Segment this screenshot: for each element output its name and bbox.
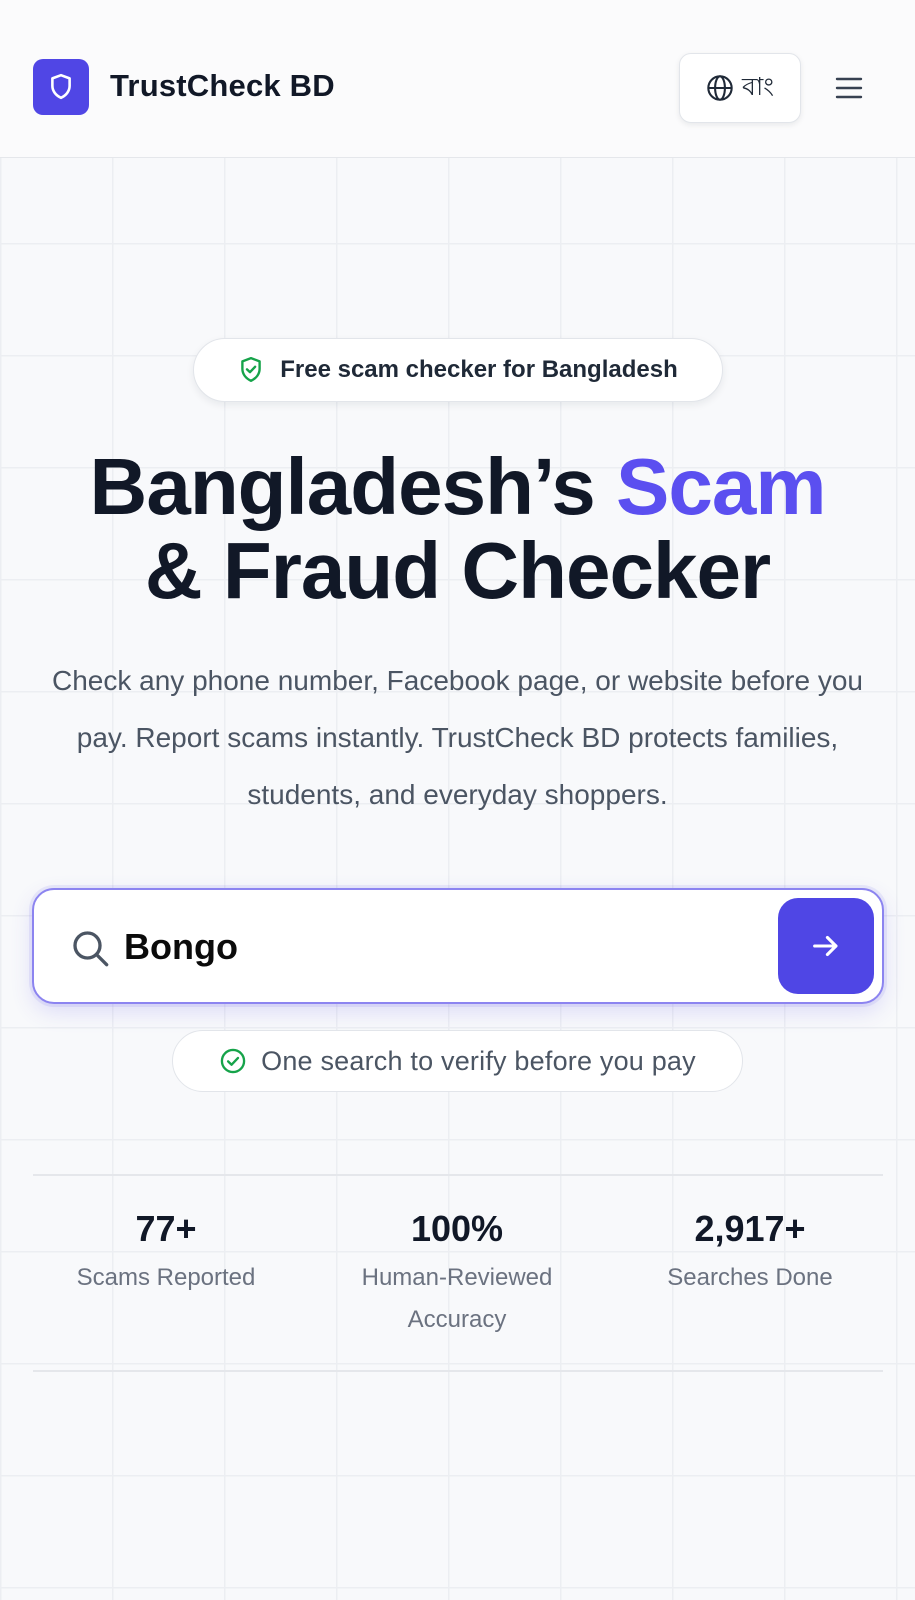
search-bar xyxy=(32,888,884,1004)
stat-accuracy: 100% Human-Reviewed Accuracy xyxy=(312,1205,602,1341)
search-submit-button[interactable] xyxy=(778,898,874,994)
hero-badge-label: Free scam checker for Bangladesh xyxy=(280,356,678,383)
language-toggle-button[interactable]: বাং xyxy=(679,53,801,123)
stat-scams-reported: 77+ Scams Reported xyxy=(21,1205,311,1299)
brand-name[interactable]: TrustCheck BD xyxy=(110,68,335,104)
title-part-2: & Fraud Checker xyxy=(144,526,771,615)
hero-subtitle: Check any phone number, Facebook page, o… xyxy=(52,665,863,810)
site-header: TrustCheck BD বাং xyxy=(0,0,915,158)
search-icon xyxy=(73,931,109,967)
globe-icon xyxy=(707,75,733,101)
page-title: Bangladesh’s Scam & Fraud Checker xyxy=(0,445,915,613)
shield-check-icon xyxy=(241,356,262,382)
shield-icon xyxy=(51,73,71,100)
title-part-1: Bangladesh’s xyxy=(89,442,616,531)
title-accent: Scam xyxy=(615,442,826,531)
stat-label: Scams Reported xyxy=(76,1264,256,1291)
stats-divider-top xyxy=(33,1174,883,1176)
stat-value: 2,917+ xyxy=(694,1208,806,1249)
menu-button[interactable] xyxy=(834,73,864,103)
logo[interactable] xyxy=(33,59,89,115)
stat-value: 100% xyxy=(410,1208,504,1249)
verify-note: One search to verify before you pay xyxy=(172,1030,743,1092)
stat-label: Human-Reviewed Accuracy xyxy=(361,1264,553,1333)
stat-label: Searches Done xyxy=(667,1264,833,1291)
stats-divider-bottom xyxy=(33,1370,883,1372)
search-input[interactable] xyxy=(124,912,744,982)
hero-badge: Free scam checker for Bangladesh xyxy=(193,338,723,402)
hamburger-menu-icon xyxy=(835,77,863,99)
stat-searches-done: 2,917+ Searches Done xyxy=(605,1205,895,1299)
language-label: বাং xyxy=(742,72,774,101)
check-circle-icon xyxy=(220,1048,246,1074)
stat-value: 77+ xyxy=(135,1208,197,1249)
arrow-right-icon xyxy=(813,935,838,957)
verify-note-label: One search to verify before you pay xyxy=(261,1045,696,1076)
